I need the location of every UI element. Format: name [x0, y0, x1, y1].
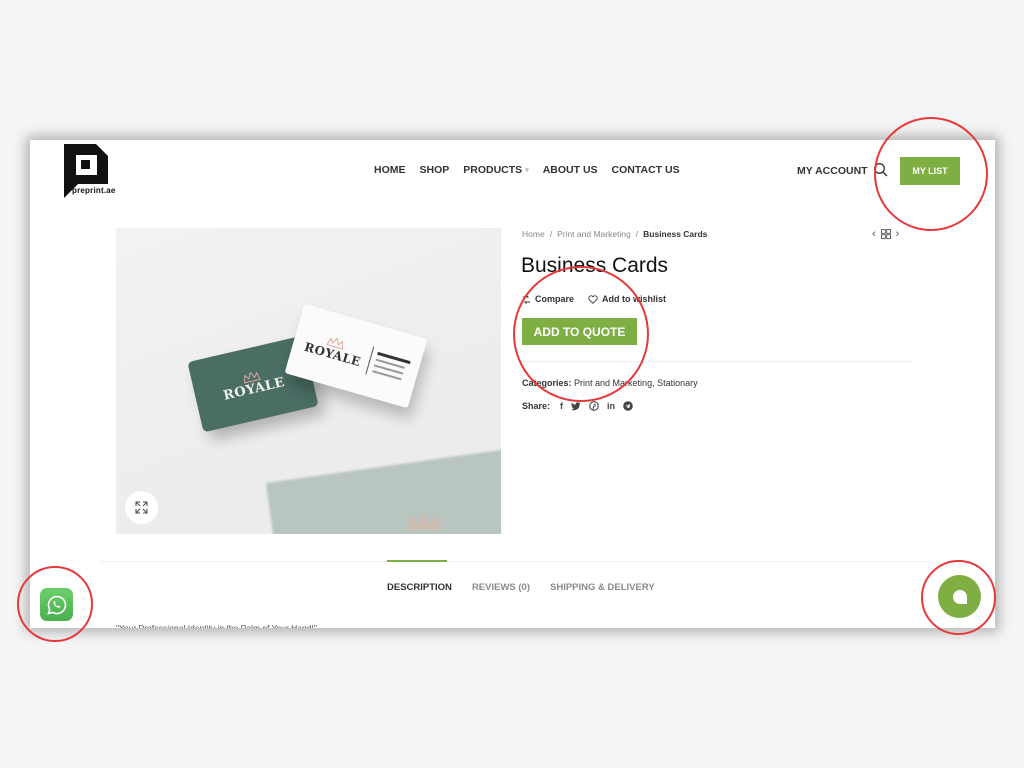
share-label: Share: [522, 401, 551, 411]
logo-text: preprint.ae [72, 186, 116, 195]
nav-products[interactable]: PRODUCTS ▾ [463, 164, 528, 176]
product-categories: Categories: Print and Marketing, Station… [522, 378, 698, 388]
search-icon[interactable] [873, 162, 889, 178]
browser-viewport: preprint.ae HOME SHOP PRODUCTS ▾ ABOUT US… [30, 140, 995, 628]
category-link-stationary[interactable]: Stationary [657, 378, 698, 388]
nav-shop-label: SHOP [419, 164, 450, 176]
linkedin-icon[interactable]: in [607, 401, 615, 411]
nav-products-label: PRODUCTS [463, 164, 523, 176]
share-bar: Share: f in [522, 401, 633, 411]
breadcrumb-separator: / [549, 229, 553, 239]
my-list-button[interactable]: MY LIST [900, 157, 960, 185]
crown-icon [406, 510, 442, 530]
breadcrumb-home[interactable]: Home [522, 229, 545, 239]
breadcrumb-current: Business Cards [643, 229, 708, 239]
add-to-wishlist-button[interactable]: Add to wishlist [588, 294, 666, 304]
whatsapp-button[interactable] [40, 588, 73, 621]
expand-icon [135, 501, 148, 514]
pinterest-icon[interactable] [589, 401, 599, 411]
divider [522, 361, 912, 362]
chat-button[interactable] [938, 575, 981, 618]
compare-label: Compare [535, 294, 575, 304]
add-to-quote-button[interactable]: ADD TO QUOTE [522, 318, 637, 345]
main-nav: HOME SHOP PRODUCTS ▾ ABOUT US CONTACT US [374, 164, 694, 176]
heart-icon [588, 294, 598, 304]
breadcrumb-separator: / [635, 229, 639, 239]
active-tab-indicator [387, 560, 447, 562]
card-contact-lines [365, 345, 413, 385]
nav-contact-label: CONTACT US [611, 164, 680, 176]
grid-icon[interactable] [880, 229, 891, 239]
product-navigation: ‹ › [872, 228, 899, 240]
product-image[interactable]: ROYALE ROYALE [116, 228, 501, 534]
nav-home[interactable]: HOME [374, 164, 406, 176]
tabs-divider [100, 561, 930, 562]
product-actions: Compare Add to wishlist [522, 294, 666, 304]
nav-contact-us[interactable]: CONTACT US [612, 164, 680, 176]
next-product-icon[interactable]: › [896, 228, 900, 240]
description-preview: "Your Professional Identity in the Palm … [116, 623, 317, 628]
compare-button[interactable]: Compare [522, 294, 574, 304]
previous-product-icon[interactable]: ‹ [872, 228, 876, 240]
tab-description[interactable]: DESCRIPTION [387, 582, 452, 593]
breadcrumb-print-marketing[interactable]: Print and Marketing [557, 229, 631, 239]
twitter-icon[interactable] [571, 401, 581, 411]
category-link-print-marketing[interactable]: Print and Marketing [574, 378, 652, 388]
background-card [265, 438, 501, 534]
compare-icon [523, 294, 530, 304]
categories-label: Categories: [522, 378, 572, 388]
whatsapp-icon [46, 595, 66, 615]
nav-shop[interactable]: SHOP [420, 164, 450, 176]
chat-bubble-icon [952, 589, 967, 604]
telegram-icon[interactable] [623, 401, 633, 411]
facebook-icon[interactable]: f [560, 401, 563, 411]
nav-about-us[interactable]: ABOUT US [543, 164, 598, 176]
chevron-down-icon: ▾ [525, 167, 529, 174]
nav-home-label: HOME [374, 164, 406, 176]
my-account-link[interactable]: MY ACCOUNT [797, 165, 868, 177]
product-tabs: DESCRIPTION REVIEWS (0) SHIPPING & DELIV… [387, 582, 655, 593]
breadcrumb: Home / Print and Marketing / Business Ca… [522, 229, 707, 239]
tab-reviews[interactable]: REVIEWS (0) [472, 582, 530, 593]
product-title: Business Cards [521, 254, 669, 277]
tab-shipping-delivery[interactable]: SHIPPING & DELIVERY [550, 582, 655, 593]
image-zoom-button[interactable] [125, 491, 158, 524]
wishlist-label: Add to wishlist [602, 294, 667, 304]
nav-about-label: ABOUT US [542, 164, 598, 176]
